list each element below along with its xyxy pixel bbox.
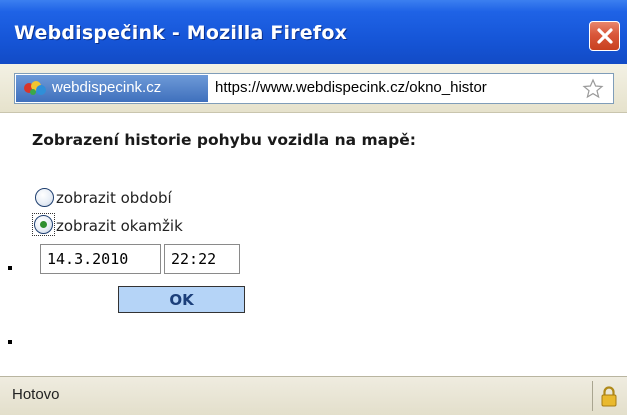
status-bar: Hotovo	[0, 376, 627, 415]
url-text[interactable]: https://www.webdispecink.cz/okno_histor	[215, 79, 575, 96]
close-icon	[597, 28, 613, 44]
date-input[interactable]: 14.3.2010	[40, 244, 161, 274]
site-identity-badge[interactable]: webdispecink.cz	[16, 75, 208, 102]
star-icon[interactable]	[582, 78, 604, 100]
status-divider	[592, 381, 593, 411]
radio-moment-label[interactable]: zobrazit okamžik	[56, 217, 183, 235]
radio-period-label[interactable]: zobrazit období	[56, 189, 172, 207]
window-title: Webdispečink - Mozilla Firefox	[14, 22, 348, 44]
site-logo-icon	[24, 81, 46, 95]
radio-moment[interactable]	[34, 215, 53, 234]
radio-period[interactable]	[35, 188, 54, 207]
site-name: webdispecink.cz	[52, 79, 162, 96]
title-bar: Webdispečink - Mozilla Firefox	[0, 0, 627, 64]
close-button[interactable]	[589, 21, 620, 51]
status-text: Hotovo	[12, 386, 60, 403]
margin-marker	[8, 266, 12, 270]
ok-button[interactable]: OK	[118, 286, 245, 313]
time-input[interactable]: 22:22	[164, 244, 240, 274]
page-heading: Zobrazení historie pohybu vozidla na map…	[32, 131, 416, 149]
padlock-icon[interactable]	[600, 385, 618, 407]
url-box[interactable]: webdispecink.cz https://www.webdispecink…	[14, 73, 614, 104]
margin-marker	[8, 340, 12, 344]
